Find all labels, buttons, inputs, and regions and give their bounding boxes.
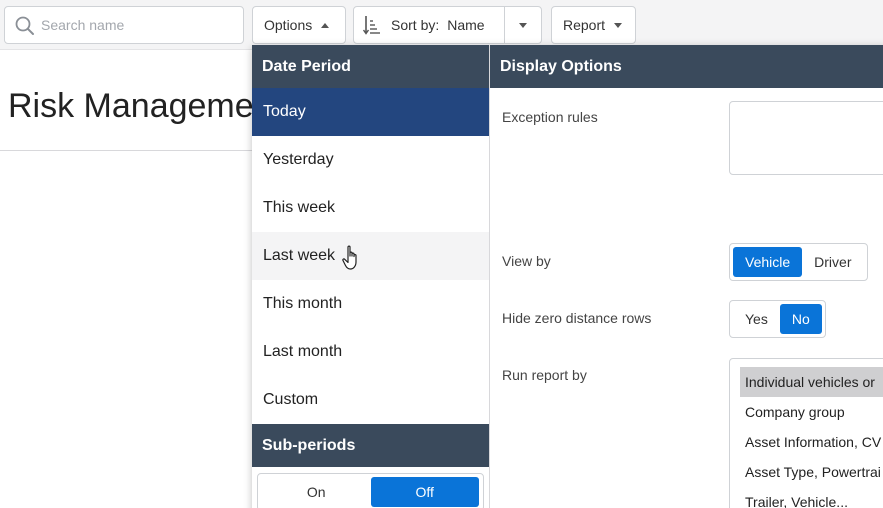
caret-down-icon [614, 22, 623, 28]
sort-button[interactable]: Sort by: Name [354, 7, 505, 43]
search-input[interactable]: Search name [4, 6, 244, 44]
run-report-item[interactable]: Asset Information, CV [730, 427, 883, 457]
period-item-last-week[interactable]: Last week [252, 232, 489, 280]
date-period-column: Date Period Today Yesterday This week La… [252, 45, 490, 508]
sub-periods-section: Sub-periods On Off [252, 424, 489, 508]
run-report-item[interactable]: Trailer, Vehicle... [730, 487, 883, 508]
sort-dropdown-button[interactable] [505, 7, 541, 43]
sort-prefix: Sort by: [391, 17, 440, 33]
report-label: Report [563, 17, 606, 33]
run-report-by-list[interactable]: Individual vehicles or Company group Ass… [729, 358, 883, 508]
period-item-today[interactable]: Today [252, 88, 489, 136]
display-options-column: Display Options Exception rules View by … [490, 45, 883, 508]
hide-zero-no-option[interactable]: No [779, 304, 822, 334]
date-period-heading: Date Period [252, 45, 489, 88]
period-item-yesterday[interactable]: Yesterday [252, 136, 489, 184]
sub-periods-toggle: On Off [257, 473, 484, 508]
search-icon [15, 16, 34, 35]
display-options-heading: Display Options [490, 45, 883, 88]
exception-rules-label: Exception rules [502, 109, 598, 125]
search-placeholder: Search name [41, 17, 125, 33]
caret-up-icon [321, 22, 330, 28]
hide-zero-distance-label: Hide zero distance rows [502, 310, 652, 326]
run-report-item[interactable]: Individual vehicles or [740, 367, 883, 397]
options-label: Options [264, 17, 313, 33]
page-title: Risk Managemen [8, 87, 273, 125]
caret-down-icon [519, 22, 527, 28]
hand-pointer-icon [342, 245, 357, 270]
toolbar: Search name Options Sort by: Name Report [0, 0, 883, 50]
period-item-last-month[interactable]: Last month [252, 328, 489, 376]
sort-control: Sort by: Name [353, 6, 542, 44]
options-button[interactable]: Options [252, 6, 346, 44]
run-report-item[interactable]: Company group [730, 397, 883, 427]
sort-value: Name [447, 17, 485, 33]
sub-periods-heading: Sub-periods [252, 424, 489, 467]
run-report-item[interactable]: Asset Type, Powertrai [730, 457, 883, 487]
run-report-by-label: Run report by [502, 367, 587, 383]
period-item-this-week[interactable]: This week [252, 184, 489, 232]
sub-periods-on-option[interactable]: On [262, 477, 371, 507]
hide-zero-yes-option[interactable]: Yes [733, 304, 780, 334]
period-item-custom[interactable]: Custom [252, 376, 489, 424]
view-by-vehicle-option[interactable]: Vehicle [733, 247, 803, 277]
view-by-driver-option[interactable]: Driver [802, 247, 863, 277]
sort-icon [363, 16, 380, 35]
sub-periods-off-option[interactable]: Off [370, 477, 479, 507]
options-panel: Date Period Today Yesterday This week La… [252, 45, 883, 508]
exception-rules-field[interactable] [729, 101, 883, 175]
hide-zero-distance-toggle: Yes No [729, 300, 826, 338]
view-by-toggle: Vehicle Driver [729, 243, 868, 281]
period-item-this-month[interactable]: This month [252, 280, 489, 328]
view-by-label: View by [502, 253, 551, 269]
report-button[interactable]: Report [551, 6, 636, 44]
